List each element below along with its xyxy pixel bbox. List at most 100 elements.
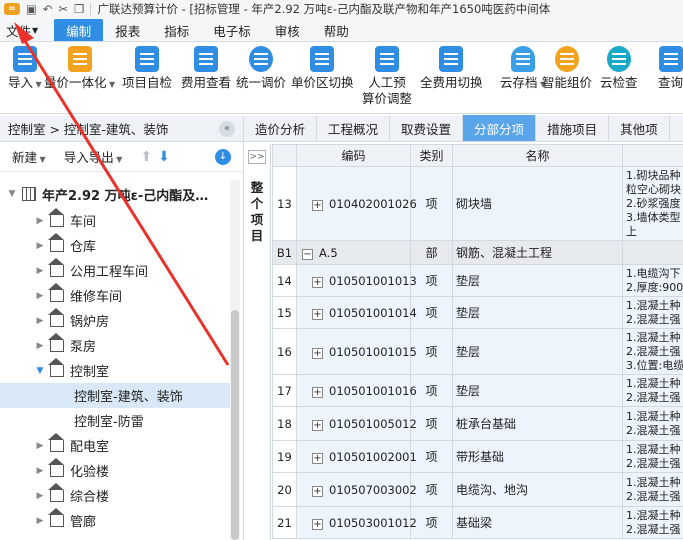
tree-item[interactable]: ▶ 车间 [0, 207, 230, 233]
tab-fee-settings[interactable]: 取费设置 [390, 115, 464, 141]
price-zone-button[interactable]: 单价区切换 [291, 46, 354, 91]
tree-scrollbar[interactable] [230, 180, 240, 540]
menu-compile[interactable]: 编制 [54, 19, 104, 41]
expand-plus-icon[interactable]: + [312, 199, 323, 211]
section-row[interactable]: B1 − A.5 部 钢筋、混凝土工程 [272, 240, 683, 265]
table-row[interactable]: 15 +010501001014 项 垫层 1.混凝土种 2.混凝土强 [272, 296, 683, 329]
caret-down-icon[interactable]: ▼ [6, 189, 18, 199]
col-features[interactable] [622, 144, 683, 167]
tree-item[interactable]: ▶ 综合楼 [0, 482, 230, 508]
expand-plus-icon[interactable]: + [312, 347, 323, 359]
whole-project-label[interactable]: 整个项目 [250, 180, 264, 244]
smart-pricing-button[interactable]: 智能组价 [542, 46, 592, 91]
tree-item[interactable]: ▶ 维修车间 [0, 282, 230, 308]
expand-icon[interactable]: >> [248, 150, 266, 164]
expand-plus-icon[interactable]: + [312, 386, 323, 398]
expand-plus-icon[interactable]: + [312, 276, 323, 288]
expand-plus-icon[interactable]: + [312, 419, 323, 431]
cloud-check-button[interactable]: 云检查 [600, 46, 638, 91]
menu-review[interactable]: 审核 [263, 19, 312, 41]
table-row[interactable]: 20 +010507003002 项 电缆沟、地沟 1.混凝土种 2.混凝土强 [272, 472, 683, 507]
table-row[interactable]: 21 +010503001012 项 基础梁 1.混凝土种 2.混凝土强 [272, 506, 683, 539]
tree-item[interactable]: ▶ 泵房 [0, 332, 230, 358]
query-button[interactable]: 查询 [658, 46, 683, 91]
table-row[interactable]: 17 +010501001016 项 垫层 1.混凝土种 2.混凝土强 [272, 374, 683, 407]
integration-button[interactable]: 量价一体化 ▼ [44, 46, 115, 93]
table-row[interactable]: 19 +010501002001 项 带形基础 1.混凝土种 2.混凝土强 [272, 440, 683, 473]
caret-down-icon[interactable]: ▼ [34, 366, 46, 376]
scrollbar-thumb[interactable] [231, 310, 239, 540]
table-row[interactable]: 18 +010501005012 项 桩承台基础 1.混凝土种 2.混凝土强 [272, 406, 683, 441]
tree-item[interactable]: ▶ 配电室 [0, 432, 230, 458]
breadcrumb: 控制室 > 控制室-建筑、装饰 « [0, 116, 243, 142]
copy-icon[interactable]: ❐ [74, 2, 84, 16]
new-button[interactable]: 新建 ▼ [12, 147, 46, 166]
tab-project-overview[interactable]: 工程概况 [317, 115, 391, 141]
query-icon [658, 46, 683, 72]
tree-item[interactable]: ▶ 公用工程车间 [0, 257, 230, 283]
table-row[interactable]: 13 +010402001026 项 砌块墙 1.砌块品种 粒空心砌块 2.砂浆… [272, 166, 683, 241]
tab-cost-analysis[interactable]: 造价分析 [244, 115, 318, 141]
tree-root[interactable]: ▼ 年产2.92 万吨ε-己内酯及… [0, 180, 230, 208]
tree-item[interactable]: 控制室-防雷 [0, 408, 230, 433]
move-up-icon[interactable]: ⬆ [140, 149, 152, 165]
cloud-check-icon [606, 46, 631, 72]
tree-item[interactable]: ▶ 管廊 [0, 507, 230, 533]
self-check-button[interactable]: 项目自检 [122, 46, 172, 91]
expand-plus-icon[interactable]: + [312, 518, 323, 530]
caret-right-icon[interactable]: ▶ [34, 266, 46, 276]
caret-right-icon[interactable]: ▶ [34, 466, 46, 476]
items-grid: 编码 类别 名称 13 +010402001026 项 砌块墙 1.砌块品种 粒… [272, 144, 683, 540]
tab-other[interactable]: 其他项 [609, 115, 670, 141]
menu-e-bid[interactable]: 电子标 [201, 19, 263, 41]
tab-items[interactable]: 分部分项 [463, 115, 537, 141]
table-row[interactable]: 14 +010501001013 项 垫层 1.电缆沟下 2.厚度:900 [272, 264, 683, 297]
caret-right-icon[interactable]: ▶ [34, 291, 46, 301]
self-check-icon [135, 46, 159, 72]
import-export-button[interactable]: 导入导出 ▼ [64, 147, 123, 166]
caret-right-icon[interactable]: ▶ [34, 516, 46, 526]
tree-item[interactable]: ▶ 锅炉房 [0, 307, 230, 333]
caret-right-icon[interactable]: ▶ [34, 216, 46, 226]
caret-right-icon[interactable]: ▶ [34, 241, 46, 251]
cut-icon[interactable]: ✂ [59, 2, 69, 16]
house-icon [48, 282, 64, 302]
menu-indicator[interactable]: 指标 [152, 19, 201, 41]
caret-right-icon[interactable]: ▶ [34, 316, 46, 326]
import-button[interactable]: 导入 ▼ [8, 46, 42, 93]
cloud-save-button[interactable]: 云存档 ▼ [500, 46, 546, 93]
caret-right-icon[interactable]: ▶ [34, 341, 46, 351]
download-icon[interactable]: ↓ [215, 148, 231, 165]
app-logo-icon: ∞ [4, 3, 20, 15]
expand-plus-icon[interactable]: + [312, 485, 323, 497]
undo-icon[interactable]: ↶ [43, 2, 53, 16]
side-strip: >> 整个项目 [244, 144, 271, 540]
house-icon [48, 357, 64, 377]
expand-plus-icon[interactable]: + [312, 452, 323, 464]
tree-item[interactable]: ▼ 控制室 [0, 357, 230, 383]
tree-item-selected[interactable]: 控制室-建筑、装饰 [0, 383, 230, 408]
collapse-panel-icon[interactable]: « [219, 120, 235, 137]
move-down-icon[interactable]: ⬇ [158, 149, 170, 165]
caret-right-icon[interactable]: ▶ [34, 491, 46, 501]
expand-plus-icon[interactable]: + [312, 308, 323, 320]
col-category[interactable]: 类别 [410, 144, 453, 167]
labor-price-button[interactable]: 人工预 算价调整 [362, 46, 412, 107]
cost-view-button[interactable]: 费用查看 [181, 46, 231, 91]
full-cost-icon [439, 46, 464, 72]
chevron-down-icon: ▼ [32, 25, 39, 35]
full-cost-button[interactable]: 全费用切换 [420, 46, 483, 91]
menu-file[interactable]: 文件 ▼ [0, 19, 44, 41]
tree-item[interactable]: ▶ 化验楼 [0, 457, 230, 483]
col-code[interactable]: 编码 [296, 144, 411, 167]
menu-report[interactable]: 报表 [103, 19, 152, 41]
collapse-minus-icon[interactable]: − [302, 248, 313, 260]
save-icon[interactable]: ▣ [26, 2, 37, 16]
col-name[interactable]: 名称 [452, 144, 623, 167]
price-adjust-button[interactable]: 统一调价 [236, 46, 286, 91]
table-row[interactable]: 16 +010501001015 项 垫层 1.混凝土种 2.混凝土强 3.位置… [272, 328, 683, 375]
tab-measures[interactable]: 措施项目 [536, 115, 610, 141]
caret-right-icon[interactable]: ▶ [34, 441, 46, 451]
menu-help[interactable]: 帮助 [312, 19, 361, 41]
tree-item[interactable]: ▶ 仓库 [0, 232, 230, 258]
